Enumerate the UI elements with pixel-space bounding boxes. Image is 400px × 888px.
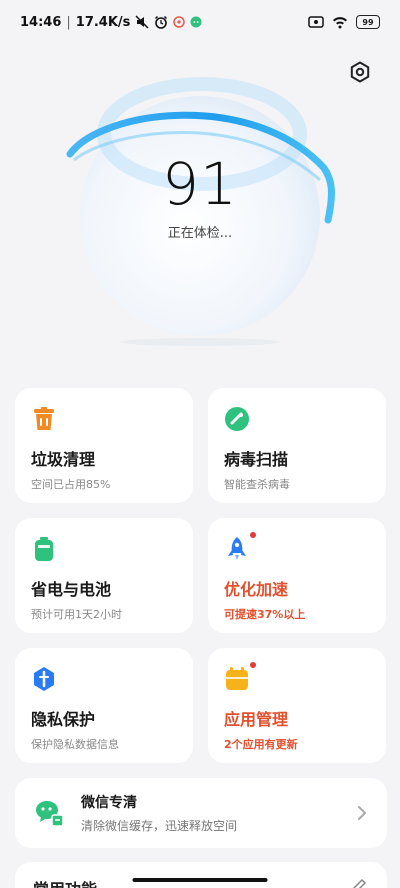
edit-icon[interactable] bbox=[351, 878, 367, 888]
alarm-icon bbox=[155, 15, 168, 29]
home-indicator[interactable] bbox=[132, 878, 268, 882]
battery-indicator: 99 bbox=[356, 15, 380, 29]
card-title: 病毒扫描 bbox=[224, 450, 289, 469]
card-speed-boost[interactable]: 优化加速 可提速37%以上 bbox=[208, 518, 386, 633]
card-battery[interactable]: 省电与电池 预计可用1天2小时 bbox=[15, 518, 193, 633]
app-notification-icon bbox=[173, 16, 186, 28]
card-title: 隐私保护 bbox=[31, 710, 96, 729]
rocket-icon bbox=[224, 532, 256, 562]
security-center-screen: 14:46 | 17.4K/s 99 91 正在体检... 垃圾清理 空间已占用… bbox=[0, 0, 400, 888]
card-title: 省电与电池 bbox=[31, 580, 112, 599]
health-check-hero: 91 正在体检... bbox=[0, 60, 400, 380]
card-virus-scan[interactable]: 病毒扫描 智能查杀病毒 bbox=[208, 388, 386, 503]
wechat-clean-title: 微信专清 bbox=[81, 795, 137, 811]
check-status-text: 正在体检... bbox=[167, 226, 233, 241]
wechat-clean-row[interactable]: 微信专清 清除微信缓存，迅速释放空间 bbox=[15, 778, 387, 848]
trash-icon bbox=[31, 406, 57, 432]
common-functions-card: 常用功能 bbox=[15, 862, 387, 888]
privacy-icon bbox=[31, 666, 57, 692]
card-junk-cleanup[interactable]: 垃圾清理 空间已占用85% bbox=[15, 388, 193, 503]
card-title: 应用管理 bbox=[224, 710, 289, 729]
notification-dot bbox=[250, 662, 256, 668]
screen-record-icon bbox=[308, 16, 324, 28]
battery-icon bbox=[31, 536, 57, 562]
card-title: 优化加速 bbox=[224, 580, 289, 599]
card-subtitle: 空间已占用85% bbox=[31, 478, 111, 491]
feature-grid: 垃圾清理 空间已占用85% 病毒扫描 智能查杀病毒 省电与电池 预计可用1天2小… bbox=[15, 388, 387, 763]
status-time: 14:46 bbox=[20, 14, 62, 30]
chevron-right-icon bbox=[358, 806, 366, 820]
notification-dot bbox=[250, 532, 256, 538]
card-subtitle: 可提速37%以上 bbox=[224, 608, 306, 621]
card-subtitle: 2个应用有更新 bbox=[224, 738, 298, 751]
card-privacy[interactable]: 隐私保护 保护隐私数据信息 bbox=[15, 648, 193, 763]
card-subtitle: 智能查杀病毒 bbox=[224, 478, 290, 491]
card-subtitle: 预计可用1天2小时 bbox=[31, 608, 122, 621]
app-manage-icon bbox=[224, 662, 256, 692]
wifi-icon bbox=[333, 17, 347, 29]
wechat-clean-icon bbox=[36, 801, 64, 827]
card-title: 垃圾清理 bbox=[31, 450, 96, 469]
status-bar: 14:46 | 17.4K/s 99 bbox=[0, 0, 400, 44]
health-score: 91 bbox=[162, 150, 238, 218]
wechat-notification-icon bbox=[190, 16, 202, 28]
network-speed: 17.4K/s bbox=[75, 14, 131, 30]
shield-scan-icon bbox=[224, 406, 250, 432]
mute-icon bbox=[135, 15, 149, 29]
card-subtitle: 保护隐私数据信息 bbox=[31, 738, 119, 751]
wechat-clean-subtitle: 清除微信缓存，迅速释放空间 bbox=[81, 819, 238, 833]
status-separator: | bbox=[66, 14, 71, 30]
card-app-management[interactable]: 应用管理 2个应用有更新 bbox=[208, 648, 386, 763]
